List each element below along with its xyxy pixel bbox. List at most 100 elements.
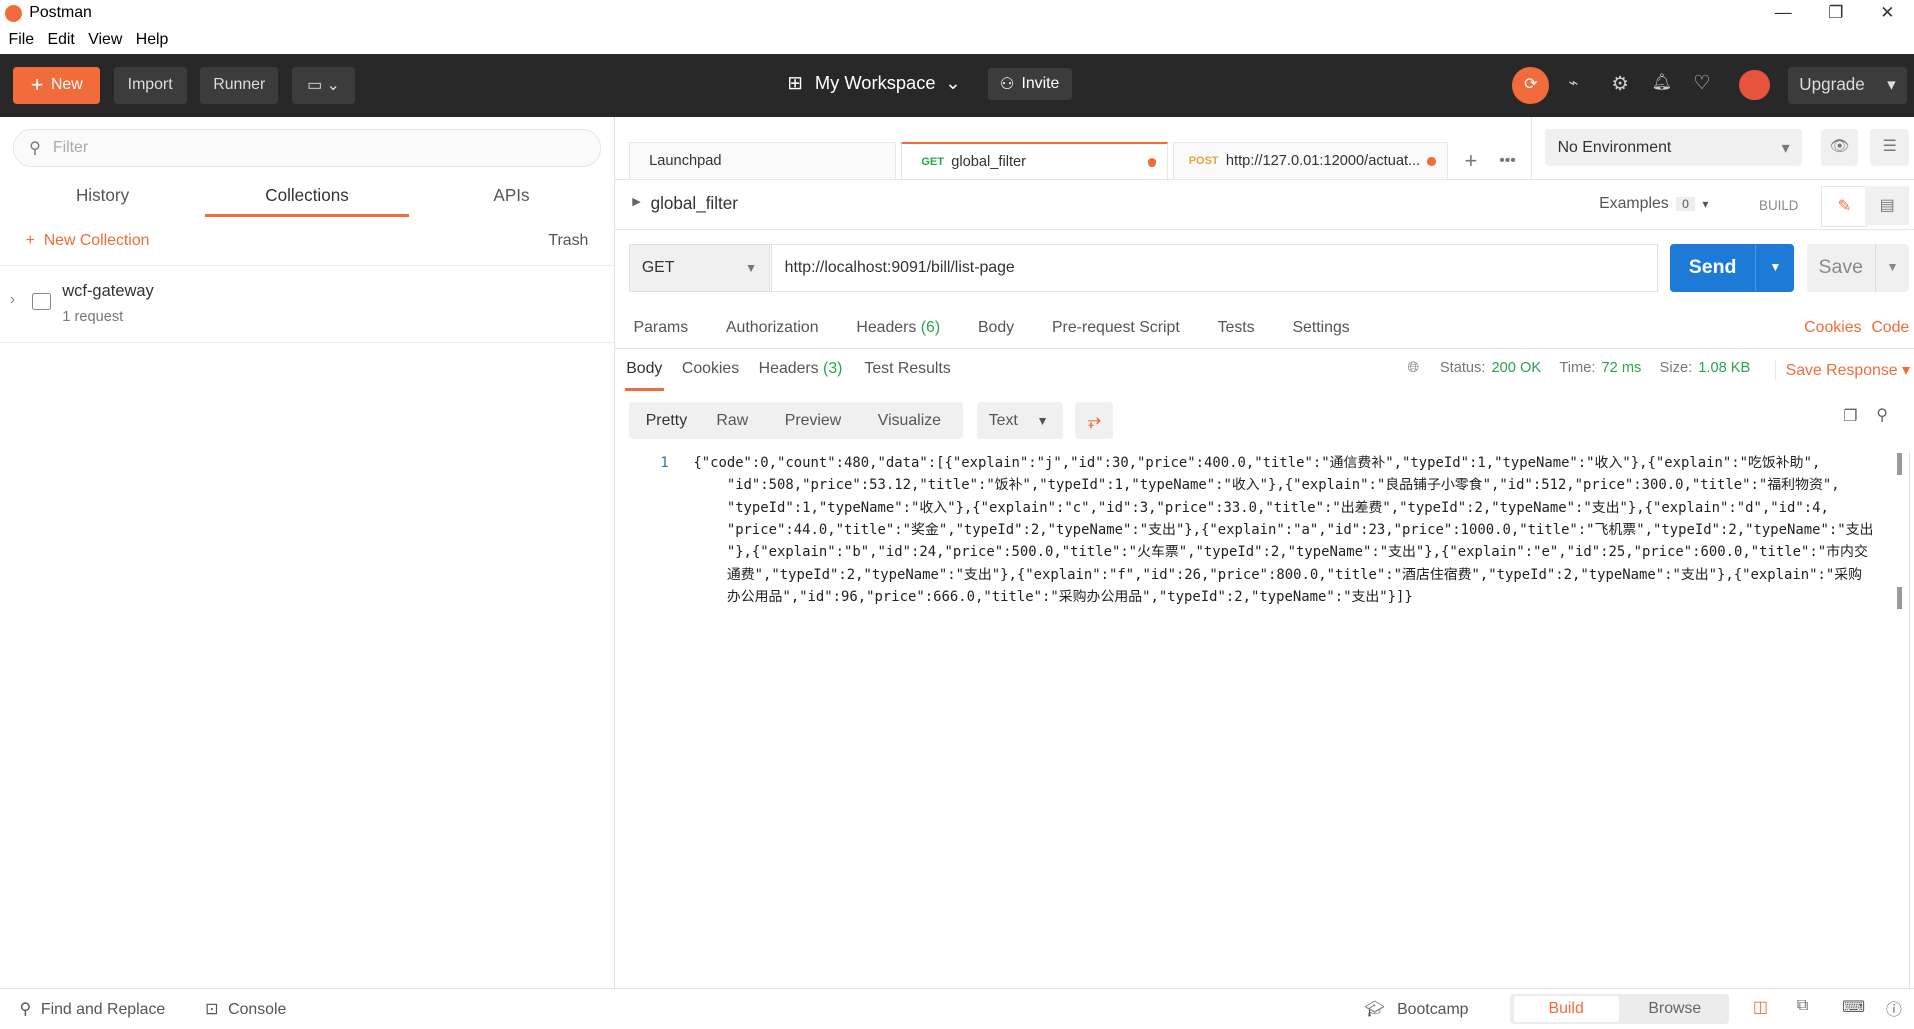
edit-button[interactable]: ✎ [1821,185,1868,227]
upgrade-button[interactable]: Upgrade ▾ [1788,67,1907,104]
postman-logo-icon [4,4,22,22]
new-window-button[interactable]: ▭ ⌄ [291,67,356,104]
user-plus-icon: ⚇ [999,76,1015,94]
chevron-right-icon[interactable]: › [10,291,15,309]
tab-headers[interactable]: Headers (6) [856,319,940,337]
tab-settings[interactable]: Settings [1292,319,1349,337]
tab-params[interactable]: Params [634,319,689,337]
invite-button[interactable]: ⚇ Invite [987,68,1072,101]
scrollbar[interactable] [1896,452,1902,475]
format-visualize[interactable]: Visualize [878,412,941,430]
plus-icon: + [30,72,44,98]
two-pane-icon[interactable]: ◫ [1753,997,1768,1017]
find-replace-button[interactable]: ⚲ Find and Replace [20,999,166,1019]
menu-file[interactable]: File [9,31,35,49]
url-input[interactable]: http://localhost:9091/bill/list-page [771,244,1658,292]
scrollbar-thumb[interactable] [1896,587,1902,610]
chevron-down-icon: ⌄ [945,72,961,93]
toolbar: + New Import Runner ▭ ⌄ ⊞ My Workspace ⌄ ⚇ I… [0,53,1914,118]
save-button[interactable]: Save ▼ [1806,244,1910,292]
trash-button[interactable]: Trash [548,232,588,250]
format-preview[interactable]: Preview [785,412,841,430]
browse-mode-button[interactable]: Browse [1622,996,1727,1022]
tab-body[interactable]: Body [978,319,1014,337]
send-button[interactable]: Send ▼ [1669,244,1795,292]
sync-icon[interactable]: ⟳ [1512,67,1550,104]
tab-test-results[interactable]: Test Results [864,360,950,391]
response-meta: 🌐︎ Status: 200 OK Time: 72 ms Size: 1.08 KB [1407,360,1751,377]
format-pretty[interactable]: Pretty [646,412,687,430]
method-select[interactable]: GET ▼ [628,244,771,292]
code-line: "},{"explain":"b","id":24,"price":500.0,… [693,544,1868,561]
new-collection-button[interactable]: + New Collection [26,232,150,250]
tab-pre-request-script[interactable]: Pre-request Script [1052,319,1180,337]
new-button[interactable]: + New [13,67,101,104]
chevron-down-icon[interactable]: ▼ [1874,244,1909,292]
tab-apis[interactable]: APIs [409,186,614,218]
chevron-down-icon: ▾ [1887,75,1896,95]
avatar[interactable] [1739,69,1770,101]
menu-view[interactable]: View [88,31,122,49]
unsaved-dot [1147,158,1157,167]
collection-meta: 1 request [62,308,124,325]
tab-history[interactable]: History [0,186,205,218]
tab-collections[interactable]: Collections [205,186,409,218]
help-icon[interactable]: ⓘ [1886,997,1902,1020]
save-response-button[interactable]: Save Response ▾ [1774,360,1910,381]
menu-help[interactable]: Help [136,31,169,49]
tab-authorization[interactable]: Authorization [726,319,819,337]
tab-global-filter[interactable]: GET global_filter [900,141,1169,181]
bootcamp-button[interactable]: 🎓︎ Bootcamp [1365,999,1469,1019]
import-button[interactable]: Import [113,67,187,104]
minimize-button[interactable]: — [1775,3,1792,23]
globe-icon: 🌐︎ [1407,360,1420,377]
collection-item[interactable]: › wcf-gateway 1 request [0,266,614,343]
tab-post-actuator[interactable]: POST http://127.0.01:12000/actuat... [1173,141,1448,180]
layout-icon[interactable]: ⧉ [1797,997,1808,1015]
maximize-button[interactable]: ❐ [1828,3,1843,23]
workspace-switcher[interactable]: ⊞ My Workspace ⌄ [787,72,960,94]
main-panel: Launchpad GET global_filter POST http://12… [615,117,1914,989]
response-body[interactable]: {"code":0,"count":480,"data":[{"explain"… [693,452,1873,609]
code-link[interactable]: Code [1871,319,1909,337]
window-title: Postman [29,4,92,22]
type-select[interactable]: Text ▼ [976,401,1064,440]
tab-tests[interactable]: Tests [1218,319,1255,337]
caret-right-icon[interactable]: ▶ [632,195,640,208]
examples-dropdown[interactable]: Examples 0 ▾ [1599,195,1708,213]
cookies-link[interactable]: Cookies [1804,319,1861,337]
settings-icon[interactable]: ⚙ [1611,72,1629,96]
tab-response-body[interactable]: Body [624,360,664,391]
environment-quick-look-button[interactable]: 👁︎ [1821,129,1858,166]
more-tabs-button[interactable]: ••• [1492,142,1524,180]
request-tabs: Params Authorization Headers (6) Body Pr… [634,319,1350,337]
console-icon: ⊡ [205,1000,219,1018]
runner-button[interactable]: Runner [200,67,279,104]
new-tab-button[interactable]: + [1455,142,1487,180]
search-icon[interactable]: ⚲ [1876,405,1888,425]
manage-environments-button[interactable]: ☰ [1870,129,1910,166]
heart-icon[interactable]: ♡ [1693,71,1711,95]
satellite-icon[interactable]: ⌁ [1569,73,1579,93]
notifications-icon[interactable]: 🔔︎ [1652,72,1672,92]
comments-button[interactable]: ▤ [1865,185,1910,225]
build-mode-button[interactable]: Build [1513,996,1619,1022]
environment-select[interactable]: No Environment ▾ [1545,129,1802,166]
copy-icon[interactable]: ❐ [1843,406,1857,426]
code-line: {"code":0,"count":480,"data":[{"explain"… [693,454,1821,471]
chevron-down-icon[interactable]: ▼ [1755,244,1794,292]
keyboard-icon[interactable]: ⌨ [1842,997,1865,1017]
tab-response-cookies[interactable]: Cookies [682,360,739,391]
wrap-lines-button[interactable]: ⥅ [1075,401,1114,440]
title-bar: Postman — ❐ ✕ [0,0,1914,27]
close-button[interactable]: ✕ [1880,3,1894,23]
chevron-down-icon: ▼ [744,260,758,275]
tab-launchpad[interactable]: Launchpad [628,141,896,180]
code-line: 办公用品","id":96,"price":666.0,"title":"采购办… [693,589,1413,606]
filter-input[interactable]: ⚲ Filter [13,129,602,167]
build-browse-toggle: Build Browse [1510,993,1729,1025]
tab-response-headers[interactable]: Headers (3) [759,360,843,391]
console-button[interactable]: ⊡ Console [205,999,286,1019]
format-raw[interactable]: Raw [716,412,748,430]
menu-edit[interactable]: Edit [48,31,75,49]
